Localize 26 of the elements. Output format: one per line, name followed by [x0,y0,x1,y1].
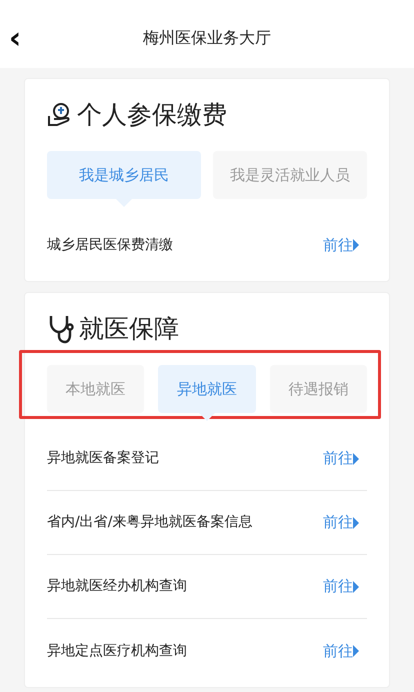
stethoscope-icon [47,314,75,344]
service-label: 城乡居民医保费清缴 [47,236,173,254]
section-title: 个人参保缴费 [77,99,227,132]
service-label: 异地就医经办机构查询 [47,577,187,596]
tab[interactable]: 我是城乡居民 [47,151,201,199]
tab[interactable]: 我是灵活就业人员 [213,151,367,199]
go-link[interactable]: 前往 [323,640,359,662]
tab[interactable]: 待遇报销 [270,365,367,413]
caret-icon [353,452,359,464]
tab-pointer [198,413,215,421]
service-label: 异地就医备案登记 [47,449,159,468]
go-link[interactable]: 前往 [323,511,359,534]
back-button[interactable]: ‹ [8,24,22,54]
caret-icon [353,645,359,657]
section-title: 就医保障 [79,313,179,346]
go-link[interactable]: 前往 [323,575,359,598]
go-link[interactable]: 前往 [323,447,359,470]
tab[interactable]: 本地就医 [47,365,144,413]
service-label: 异地定点医疗机构查询 [47,642,187,660]
page-title: 梅州医保业务大厅 [143,27,271,49]
go-link[interactable]: 前往 [323,234,359,256]
caret-icon [353,580,359,592]
tab[interactable]: 异地就医 [158,365,256,413]
service-label: 省内/出省/来粤异地就医备案信息 [47,513,252,532]
caret-icon [353,516,359,528]
caret-icon [353,239,359,251]
